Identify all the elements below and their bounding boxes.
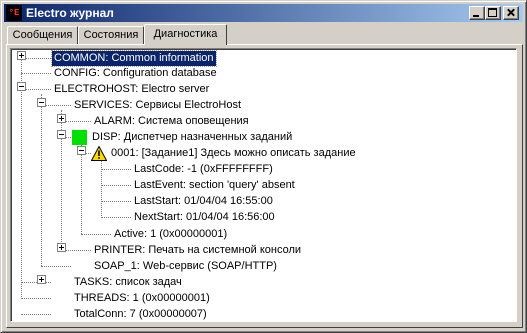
tree-node-printer[interactable]: PRINTER: Печать на системной консоли: [11, 243, 511, 259]
tab-panel-diagnostics: COMMON: Common information CONFIG: Confi…: [6, 44, 523, 328]
tree-node-soap[interactable]: SOAP_1: Web-сервис (SOAP/HTTP): [11, 259, 511, 275]
tree-node-lastcode[interactable]: LastCode: -1 (0xFFFFFFFF): [11, 162, 511, 178]
tree-node-alarm[interactable]: ALARM: Система оповещения: [11, 114, 511, 130]
minimize-button[interactable]: [469, 6, 485, 20]
app-window: °E Electro журнал Сообщения Состояния Ди…: [0, 0, 527, 333]
tree-node-tasks[interactable]: TASKS: список задач: [11, 275, 511, 291]
tree-node-label[interactable]: 0001: [Задание1] Здесь можно описать зад…: [109, 146, 358, 161]
tree-node-label[interactable]: LastCode: -1 (0xFFFFFFFF): [132, 162, 275, 177]
tree-node-label[interactable]: SOAP_1: Web-сервис (SOAP/HTTP): [92, 259, 279, 274]
maximize-button[interactable]: [485, 6, 501, 20]
tree-node-disp[interactable]: DISP: Диспетчер назначенных заданий: [11, 130, 511, 146]
close-button[interactable]: [503, 6, 519, 20]
tab-states[interactable]: Состояния: [78, 26, 144, 44]
tree-node-label[interactable]: TotalConn: 7 (0x00000007): [72, 307, 209, 321]
title-bar[interactable]: °E Electro журнал: [4, 4, 523, 22]
tree-node-common[interactable]: COMMON: Common information: [11, 50, 511, 67]
tree-node-label[interactable]: Active: 1 (0x00000001): [112, 227, 229, 242]
tree-node-services[interactable]: SERVICES: Сервисы ElectroHost: [11, 98, 511, 114]
tab-diagnostics[interactable]: Диагностика: [144, 24, 227, 45]
tree-node-config[interactable]: CONFIG: Configuration database: [11, 66, 511, 82]
electro-app-icon[interactable]: °E: [6, 5, 22, 21]
tab-strip: Сообщения Состояния Диагностика: [4, 24, 523, 45]
tree-node-label[interactable]: DISP: Диспетчер назначенных заданий: [90, 130, 294, 145]
tree-node-label[interactable]: TASKS: список задач: [72, 275, 184, 290]
tree-node-task-0001[interactable]: 0001: [Задание1] Здесь можно описать зад…: [11, 146, 511, 162]
tree-node-label[interactable]: NextStart: 01/04/04 16:56:00: [132, 210, 277, 225]
tree-node-label[interactable]: ELECTROHOST: Electro server: [52, 82, 211, 97]
tree-node-threads[interactable]: THREADS: 1 (0x00000001): [11, 291, 511, 307]
tree-node-label[interactable]: THREADS: 1 (0x00000001): [72, 291, 212, 306]
tree-node-label[interactable]: SERVICES: Сервисы ElectroHost: [72, 98, 243, 113]
tree-node-label[interactable]: PRINTER: Печать на системной консоли: [92, 243, 303, 258]
window-title: Electro журнал: [26, 6, 114, 20]
tree-node-label[interactable]: COMMON: Common information: [51, 50, 217, 67]
tree-node-laststart[interactable]: LastStart: 01/04/04 16:55:00: [11, 194, 511, 210]
tree-node-totalconn[interactable]: TotalConn: 7 (0x00000007): [11, 307, 511, 321]
diagnostics-tree[interactable]: COMMON: Common information CONFIG: Confi…: [10, 48, 517, 322]
warning-icon: [91, 146, 107, 161]
tree-node-nextstart[interactable]: NextStart: 01/04/04 16:56:00: [11, 210, 511, 226]
tree-node-active[interactable]: Active: 1 (0x00000001): [11, 227, 511, 243]
tree-node-label[interactable]: CONFIG: Configuration database: [52, 66, 219, 81]
tree-node-label[interactable]: LastEvent: section 'query' absent: [132, 178, 297, 193]
tab-messages[interactable]: Сообщения: [7, 26, 78, 44]
status-ok-icon: [72, 130, 87, 145]
tree-node-lastevent[interactable]: LastEvent: section 'query' absent: [11, 178, 511, 194]
tree-node-electrohost[interactable]: ELECTROHOST: Electro server: [11, 82, 511, 98]
tree-node-label[interactable]: LastStart: 01/04/04 16:55:00: [132, 194, 275, 209]
tree-node-label[interactable]: ALARM: Система оповещения: [92, 114, 251, 129]
